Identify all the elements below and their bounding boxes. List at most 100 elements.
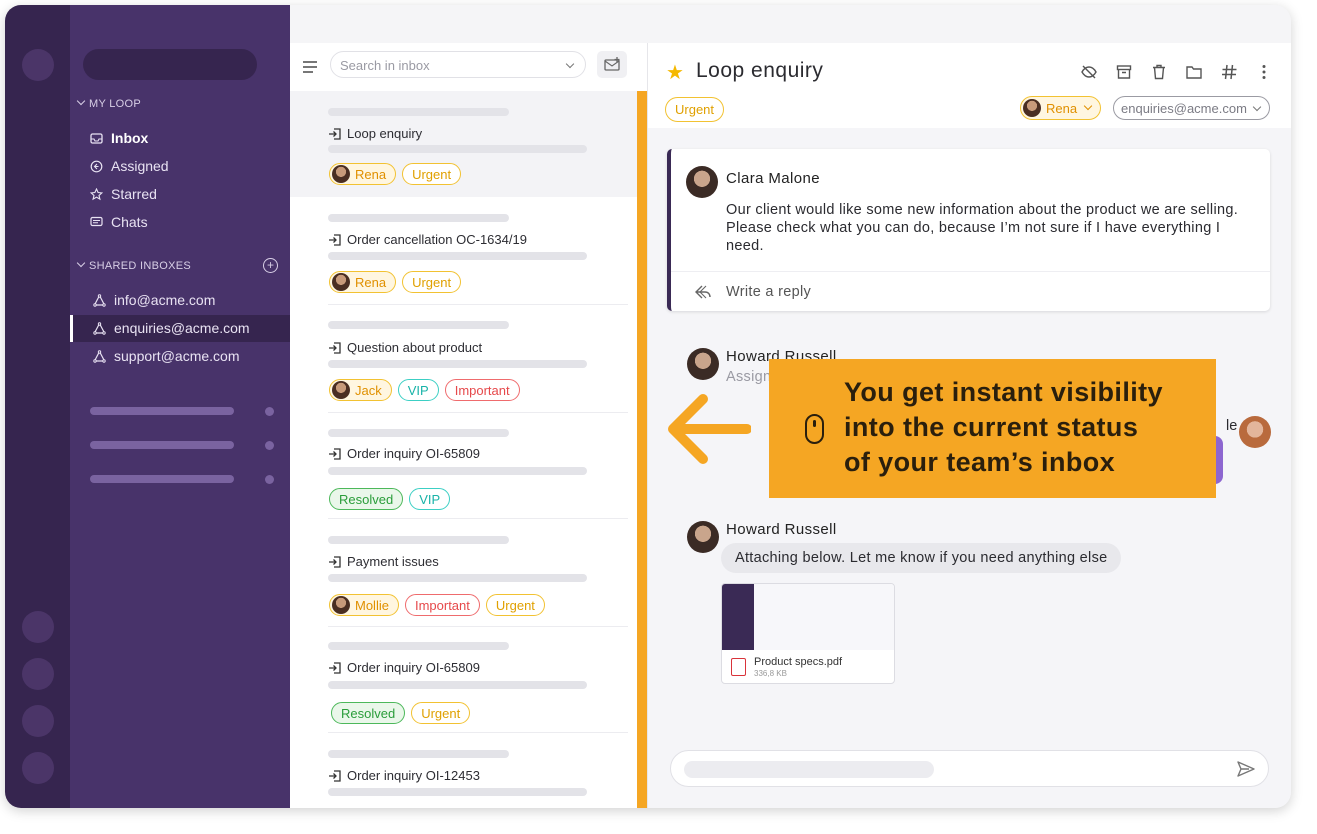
vip-tag[interactable]: VIP bbox=[397, 379, 439, 401]
avatar bbox=[687, 348, 719, 380]
placeholder-line bbox=[328, 321, 509, 329]
add-inbox-icon[interactable]: + bbox=[263, 258, 278, 273]
tag-group: Rena Urgent bbox=[329, 163, 462, 185]
assignee-tag[interactable]: Jack bbox=[329, 379, 392, 401]
rail-button[interactable] bbox=[22, 705, 54, 737]
placeholder-item[interactable] bbox=[90, 475, 234, 483]
list-item[interactable]: Order cancellation OC-1634/19 Rena Urgen… bbox=[290, 197, 637, 305]
attachment-thumbnail bbox=[722, 584, 894, 650]
folder-icon[interactable] bbox=[1185, 63, 1203, 81]
header-actions bbox=[1080, 63, 1273, 81]
conversation-subject: Loop enquiry bbox=[328, 126, 422, 141]
assignee-tag[interactable]: Mollie bbox=[329, 594, 399, 616]
resolved-tag[interactable]: Resolved bbox=[331, 702, 406, 724]
more-icon[interactable] bbox=[1255, 63, 1273, 81]
trash-icon[interactable] bbox=[1150, 63, 1168, 81]
send-icon[interactable] bbox=[1236, 759, 1256, 779]
assignee-tag[interactable]: Rena bbox=[329, 271, 397, 293]
message-composer[interactable] bbox=[670, 750, 1269, 787]
menu-icon[interactable] bbox=[303, 61, 317, 76]
vip-tag[interactable]: VIP bbox=[409, 488, 451, 510]
compose-button[interactable] bbox=[597, 51, 627, 78]
assignee-dropdown[interactable]: Rena bbox=[1020, 96, 1102, 120]
assigned-icon bbox=[90, 160, 103, 172]
rail-button[interactable] bbox=[22, 752, 54, 784]
placeholder-dot bbox=[265, 475, 274, 484]
avatar bbox=[687, 521, 719, 553]
assignee-tag[interactable]: Rena bbox=[329, 163, 397, 185]
attachment-card[interactable]: Product specs.pdf 336,8 KB bbox=[721, 583, 895, 684]
hashtag-icon[interactable] bbox=[1220, 63, 1238, 81]
avatar bbox=[332, 165, 350, 183]
urgent-tag[interactable]: Urgent bbox=[411, 702, 471, 724]
message-preview: Assign bbox=[726, 369, 772, 385]
sidebar-item-enquiries-inbox[interactable]: enquiries@acme.com bbox=[93, 320, 250, 336]
rail-avatar[interactable] bbox=[22, 49, 54, 81]
inbox-dropdown[interactable]: enquiries@acme.com bbox=[1113, 96, 1270, 120]
conversation-list: Search in inbox Loop enquiry Rena Urgent… bbox=[290, 43, 648, 808]
placeholder-line bbox=[328, 360, 587, 368]
urgent-tag[interactable]: Urgent bbox=[402, 271, 462, 293]
sidebar: MY LOOP Inbox Assigned Starred Chats SHA… bbox=[70, 5, 290, 808]
scrollbar[interactable] bbox=[637, 91, 647, 808]
list-item[interactable]: Payment issues Mollie Important Urgent bbox=[290, 519, 637, 627]
star-icon[interactable]: ★ bbox=[666, 60, 684, 85]
sidebar-item-inbox[interactable]: Inbox bbox=[90, 130, 148, 146]
placeholder-line bbox=[328, 214, 509, 222]
callout-line: You get instant visibility bbox=[844, 377, 1163, 407]
chevron-down-icon bbox=[76, 96, 86, 106]
incoming-icon bbox=[329, 127, 341, 140]
callout-text: You get instant visibility into the curr… bbox=[844, 375, 1163, 480]
urgent-tag[interactable]: Urgent bbox=[402, 163, 462, 185]
feature-callout: You get instant visibility into the curr… bbox=[769, 359, 1216, 498]
composer-placeholder bbox=[684, 761, 934, 778]
archive-icon[interactable] bbox=[1115, 63, 1133, 81]
placeholder-line bbox=[328, 108, 509, 116]
list-item[interactable]: Order inquiry OI-12453 bbox=[290, 733, 637, 808]
incoming-icon bbox=[329, 341, 341, 354]
conversation-subject: Order cancellation OC-1634/19 bbox=[328, 232, 527, 247]
list-item[interactable]: Loop enquiry Rena Urgent bbox=[290, 91, 637, 197]
chevron-down-icon[interactable] bbox=[565, 59, 575, 69]
reply-icon[interactable] bbox=[693, 283, 713, 301]
important-tag[interactable]: Important bbox=[404, 594, 480, 616]
attachment-size: 336,8 KB bbox=[754, 669, 787, 678]
rail-button[interactable] bbox=[22, 611, 54, 643]
list-item[interactable]: Order inquiry OI-65809 Resolved Urgent bbox=[290, 627, 637, 733]
divider bbox=[671, 271, 1270, 272]
list-item[interactable]: Order inquiry OI-65809 Resolved VIP bbox=[290, 413, 637, 519]
placeholder-item[interactable] bbox=[90, 407, 234, 415]
incoming-icon bbox=[329, 661, 341, 674]
rail-button[interactable] bbox=[22, 658, 54, 690]
my-loop-section-header[interactable]: MY LOOP bbox=[76, 96, 141, 110]
sidebar-item-support-inbox[interactable]: support@acme.com bbox=[93, 348, 239, 364]
urgent-tag[interactable]: Urgent bbox=[665, 97, 725, 122]
callout-line: into the current status bbox=[844, 412, 1139, 442]
conversation-subject: Order inquiry OI-65809 bbox=[328, 446, 480, 461]
shared-inbox-icon bbox=[93, 321, 106, 335]
workspace-selector[interactable] bbox=[83, 49, 257, 80]
sidebar-item-starred[interactable]: Starred bbox=[90, 186, 157, 202]
conversation-subject: Order inquiry OI-12453 bbox=[328, 768, 480, 783]
avatar bbox=[332, 273, 350, 291]
shared-inboxes-section-header[interactable]: SHARED INBOXES bbox=[76, 258, 191, 272]
tag-group: Jack VIP Important bbox=[329, 379, 520, 401]
search-input[interactable]: Search in inbox bbox=[330, 51, 586, 78]
tag-group: Mollie Important Urgent bbox=[329, 594, 545, 616]
sidebar-item-info-inbox[interactable]: info@acme.com bbox=[93, 292, 215, 308]
important-tag[interactable]: Important bbox=[444, 379, 520, 401]
sidebar-item-chats[interactable]: Chats bbox=[90, 214, 148, 230]
write-reply-button[interactable]: Write a reply bbox=[726, 284, 811, 300]
urgent-tag[interactable]: Urgent bbox=[485, 594, 545, 616]
list-item[interactable]: Question about product Jack VIP Importan… bbox=[290, 305, 637, 413]
resolved-tag[interactable]: Resolved bbox=[329, 488, 404, 510]
chevron-down-icon bbox=[76, 258, 86, 268]
conversation-title: Loop enquiry bbox=[696, 59, 824, 82]
placeholder-item[interactable] bbox=[90, 441, 234, 449]
inbox-icon bbox=[90, 132, 103, 144]
sender-name: Howard Russell bbox=[726, 521, 837, 538]
placeholder-line bbox=[328, 574, 587, 582]
sidebar-item-assigned[interactable]: Assigned bbox=[90, 158, 169, 174]
placeholder-line bbox=[328, 681, 587, 689]
hide-icon[interactable] bbox=[1080, 63, 1098, 81]
